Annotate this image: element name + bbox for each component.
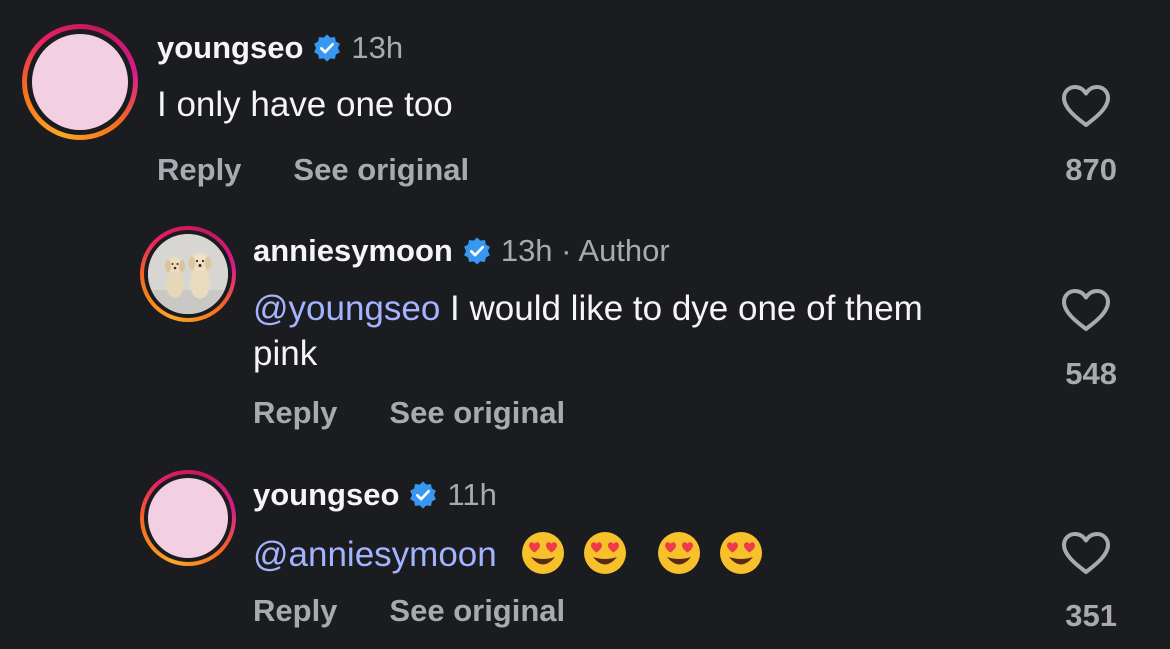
mention-link[interactable]: @anniesymoon bbox=[253, 535, 497, 574]
comment-text: @anniesymoon bbox=[253, 530, 764, 577]
timestamp: 13h bbox=[351, 30, 404, 65]
verified-badge-icon bbox=[463, 237, 490, 265]
reply-button[interactable]: Reply bbox=[157, 152, 241, 188]
heart-eyes-emoji-icon bbox=[657, 532, 700, 574]
heart-eyes-emoji-icon bbox=[719, 532, 762, 574]
username[interactable]: youngseo bbox=[157, 30, 303, 66]
reply-button[interactable]: Reply bbox=[253, 395, 337, 431]
timestamp-author: 13h · Author bbox=[500, 233, 670, 268]
heart-eyes-emoji-icon bbox=[584, 532, 627, 574]
like-heart-icon[interactable] bbox=[1060, 83, 1112, 129]
comment-header: anniesymoon 13h · Author bbox=[253, 233, 670, 269]
dogs-photo-icon bbox=[148, 234, 228, 314]
username[interactable]: youngseo bbox=[253, 477, 399, 513]
avatar-youngseo[interactable] bbox=[140, 470, 236, 566]
see-original-button[interactable]: See original bbox=[389, 395, 565, 431]
comment-actions: Reply See original bbox=[253, 593, 565, 629]
comment-actions: Reply See original bbox=[157, 152, 469, 188]
mention-link[interactable]: @youngseo bbox=[253, 289, 440, 328]
heart-eyes-emoji-icon bbox=[522, 532, 565, 574]
avatar-anniesymoon[interactable] bbox=[140, 226, 236, 322]
comment-actions: Reply See original bbox=[253, 395, 565, 431]
see-original-button[interactable]: See original bbox=[293, 152, 469, 188]
like-heart-icon[interactable] bbox=[1060, 287, 1112, 333]
like-count: 351 bbox=[1065, 598, 1117, 633]
comment-text: @youngseo I would like to dye one of the… bbox=[253, 286, 953, 376]
like-count: 548 bbox=[1065, 356, 1117, 391]
comment-header: youngseo 11h bbox=[253, 477, 497, 513]
like-heart-icon[interactable] bbox=[1060, 530, 1112, 576]
verified-badge-icon bbox=[410, 481, 437, 509]
like-count: 870 bbox=[1065, 152, 1117, 187]
comment-text: I only have one too bbox=[157, 85, 453, 124]
username[interactable]: anniesymoon bbox=[253, 233, 453, 269]
comment-header: youngseo 13h bbox=[157, 30, 403, 66]
avatar-image bbox=[148, 478, 228, 558]
avatar-image bbox=[32, 34, 128, 130]
avatar-youngseo[interactable] bbox=[22, 24, 138, 140]
verified-badge-icon bbox=[314, 34, 341, 62]
reply-button[interactable]: Reply bbox=[253, 593, 337, 629]
avatar-image bbox=[148, 234, 228, 314]
timestamp: 11h bbox=[447, 477, 497, 512]
see-original-button[interactable]: See original bbox=[389, 593, 565, 629]
